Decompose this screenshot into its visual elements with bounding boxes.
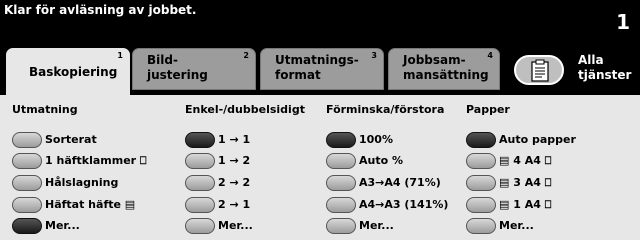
option-button[interactable] (326, 153, 356, 169)
option-label: A4→A3 (141%) (359, 198, 449, 211)
column-title: Förminska/förstora (326, 103, 445, 116)
column-title: Papper (466, 103, 510, 116)
option-label: ▤ 1 A4 ⎕ (499, 198, 552, 211)
status-message: Klar för avläsning av jobbet. (4, 3, 197, 17)
option-label: Auto % (359, 154, 404, 167)
column-title: Enkel-/dubbelsidigt (185, 103, 305, 116)
all-services-label: Alla tjänster (578, 53, 632, 82)
option-label: Mer... (45, 219, 80, 232)
tab-label: Jobbsam- mansättning (403, 53, 489, 82)
option-label: Auto papper (499, 133, 576, 146)
option-button[interactable] (185, 153, 215, 169)
option-button[interactable] (12, 132, 42, 148)
tab-label: Bild- justering (147, 53, 208, 82)
option-label: 100% (359, 133, 393, 146)
tab-label: Baskopiering (29, 65, 118, 79)
option-button[interactable] (185, 175, 215, 191)
option-button[interactable] (12, 218, 42, 234)
option-button[interactable] (326, 175, 356, 191)
document-icon (531, 59, 549, 82)
column-title: Utmatning (12, 103, 78, 116)
option-button[interactable] (326, 132, 356, 148)
option-button[interactable] (466, 153, 496, 169)
copy-screen: Klar för avläsning av jobbet. 1 Baskopie… (0, 0, 640, 240)
option-button[interactable] (466, 197, 496, 213)
option-label: 1 → 1 (218, 133, 251, 146)
option-label: Sorterat (45, 133, 97, 146)
option-button[interactable] (12, 175, 42, 191)
tab-jobbsammansattning[interactable]: Jobbsam- mansättning 4 (388, 48, 500, 90)
option-button[interactable] (12, 197, 42, 213)
tab-number: 4 (487, 51, 493, 60)
option-button[interactable] (185, 197, 215, 213)
job-count: 1 (616, 10, 630, 34)
option-button[interactable] (466, 132, 496, 148)
option-button[interactable] (185, 218, 215, 234)
tab-bildjustering[interactable]: Bild- justering 2 (132, 48, 256, 90)
option-button[interactable] (466, 175, 496, 191)
option-label: 2 → 1 (218, 198, 251, 211)
option-label: Mer... (218, 219, 253, 232)
option-label: A3→A4 (71%) (359, 176, 441, 189)
option-label: Häftat häfte ▤ (45, 198, 136, 211)
tab-utmatningsformat[interactable]: Utmatnings- format 3 (260, 48, 384, 90)
option-button[interactable] (12, 153, 42, 169)
tab-label: Utmatnings- format (275, 53, 359, 82)
option-button[interactable] (326, 218, 356, 234)
tab-baskopiering[interactable]: Baskopiering 1 (6, 48, 130, 96)
option-label: ▤ 4 A4 ⎕ (499, 154, 552, 167)
option-button[interactable] (326, 197, 356, 213)
option-label: ▤ 3 A4 ⎕ (499, 176, 552, 189)
all-services-button[interactable] (514, 55, 564, 85)
basic-copy-panel: Utmatning Sorterat 1 häftklammer ⎕ Hålsl… (0, 95, 640, 240)
option-label: 1 → 2 (218, 154, 251, 167)
option-button[interactable] (185, 132, 215, 148)
option-button[interactable] (466, 218, 496, 234)
tab-number: 3 (371, 51, 377, 60)
option-label: 1 häftklammer ⎕ (45, 154, 147, 167)
tab-number: 1 (117, 51, 123, 60)
option-label: Hålslagning (45, 176, 119, 189)
option-label: Mer... (359, 219, 394, 232)
option-label: Mer... (499, 219, 534, 232)
tab-number: 2 (243, 51, 249, 60)
option-label: 2 → 2 (218, 176, 251, 189)
